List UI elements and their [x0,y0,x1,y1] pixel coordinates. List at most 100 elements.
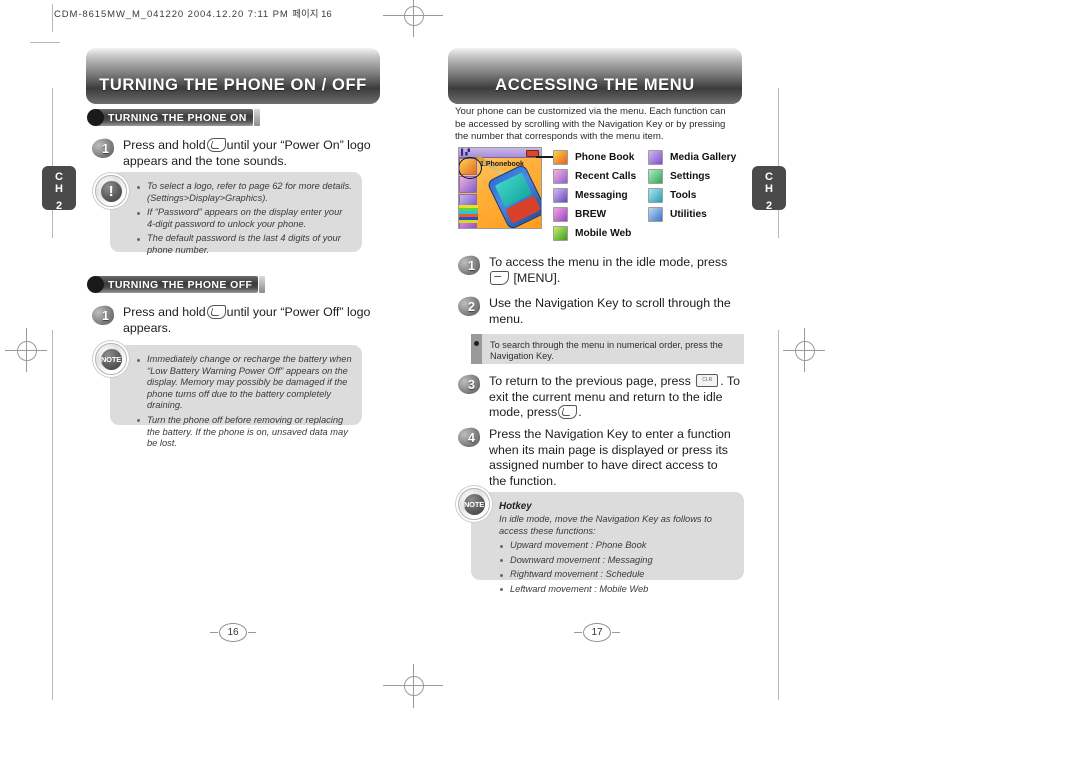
end-send-key-icon [206,305,226,319]
chapter-tab-left-number: 2 [55,200,63,212]
left-step-2-text-before: Press and hold [123,305,206,319]
print-header-line: CDM-8615MW_M_041220 2004.12.20 7:11 PM 페… [54,6,332,20]
menu-item-media-gallery[interactable]: Media Gallery [648,148,736,167]
menu-item-recent-calls[interactable]: Recent Calls [553,167,636,186]
media-gallery-icon [648,150,663,165]
trim-line-left-edge [52,88,53,238]
left-note-1-list: To select a logo, refer to page 62 for m… [136,181,352,257]
registration-mark-bottom-center [383,662,443,708]
right-step-1-text-before: To access the menu in the idle mode, pre… [489,255,728,269]
end-send-key-icon [206,138,226,152]
section-heading-cap [253,109,260,126]
list-item: To select a logo, refer to page 62 for m… [136,181,352,204]
note-icon: NOTE [95,343,127,375]
step-number-badge: 2 [456,295,482,318]
right-step-3-text-before: To return to the previous page, press [489,374,691,388]
registration-mark-left-middle [5,328,47,372]
recent-calls-icon [553,169,568,184]
step-number-badge: 3 [456,373,482,396]
right-page-banner-title: ACCESSING THE MENU [448,48,742,104]
list-item: Upward movement : Phone Book [499,540,734,552]
section-heading-turning-on-label: TURNING THE PHONE ON [96,109,253,126]
page-number-right-label: 17 [591,627,603,638]
mobile-web-icon [553,226,568,241]
page-number-left-label: 16 [227,627,239,638]
menu-item-label: Mobile Web [575,228,632,239]
chapter-tab-right-c: C [765,171,773,183]
menu-item-settings[interactable]: Settings [648,167,736,186]
left-step-2-text: Press and hold until your “Power Off” log… [123,305,377,336]
trim-line-left-horizontal [30,42,60,43]
trim-line-right-edge-lower [778,330,779,680]
exclamation-note-icon: ! [95,175,127,207]
menu-item-brew[interactable]: BREW [553,205,636,224]
page-number-right: 17 [574,623,620,642]
section-heading-cap [259,276,266,293]
right-step-2: 2 Use the Navigation Key to scroll throu… [456,295,748,327]
section-heading-turning-off: TURNING THE PHONE OFF [87,276,266,293]
step-number-badge: 1 [456,254,482,277]
menu-item-label: Messaging [575,190,628,201]
tip-bullet-icon [471,334,482,364]
menu-item-label: Tools [670,190,697,201]
step-number-badge: 4 [456,426,482,449]
step-number-badge: 1 [90,304,116,327]
step-number-label: 2 [468,300,475,314]
menu-item-tools[interactable]: Tools [648,186,736,205]
left-note-box-1: To select a logo, refer to page 62 for m… [110,172,362,255]
registration-mark-right-middle [783,328,825,372]
messaging-icon [553,188,568,203]
phone-screen-illustration: ▌▞ 1.Phonebook [458,147,542,229]
right-step-4-text: Press the Navigation Key to enter a func… [489,427,731,488]
menu-item-messaging[interactable]: Messaging [553,186,636,205]
hotkey-note-box: Hotkey In idle mode, move the Navigation… [471,492,744,594]
left-page-banner-title: TURNING THE PHONE ON / OFF [86,48,380,104]
trim-line-left-vertical [52,4,53,32]
list-item: The default password is the last 4 digit… [136,233,352,256]
step-number-label: 1 [102,142,109,156]
menu-item-label: Media Gallery [670,152,737,163]
menu-item-label: Phone Book [575,152,635,163]
tip-strip-numerical-order: To search through the menu in numerical … [471,334,744,364]
list-item: If “Password” appears on the display ent… [136,207,352,230]
right-step-1-text: To access the menu in the idle mode, pre… [489,255,748,286]
menu-item-utilities[interactable]: Utilities [648,205,736,224]
menu-item-label: Utilities [670,209,707,220]
selection-highlight-circle [459,157,482,179]
settings-icon [648,169,663,184]
list-item: Rightward movement : Schedule [499,569,734,581]
chapter-tab-right-number: 2 [765,200,773,212]
step-number-badge: 1 [90,137,116,160]
clear-key-icon: CLR [696,374,719,387]
left-step-1-text: Press and hold until your “Power On” logo… [123,138,377,169]
step-number-label: 1 [468,259,475,273]
right-step-1-text-after: [MENU]. [513,270,561,285]
step-number-label: 3 [468,378,475,392]
menu-item-mobile-web[interactable]: Mobile Web [553,224,636,243]
right-step-3-text-after: . [578,405,582,419]
print-header-korean: 페이지 16 [292,9,332,20]
chapter-tab-right-h: H [765,182,773,195]
list-item: Downward movement : Messaging [499,555,734,567]
right-step-1: 1 To access the menu in the idle mode, p… [456,254,748,286]
menu-item-phone-book[interactable]: Phone Book [553,148,636,167]
hotkey-note-list: Upward movement : Phone Book Downward mo… [499,540,734,595]
tip-strip-text: To search through the menu in numerical … [490,340,723,362]
step-number-label: 1 [102,309,109,323]
utilities-icon [648,207,663,222]
trim-line-right-edge [778,88,779,238]
list-item: Immediately change or recharge the batte… [136,354,352,412]
menu-column-left: Phone Book Recent Calls Messaging BREW M… [553,148,636,243]
chapter-tab-left-h: H [55,182,63,195]
trim-line-bottom-right [778,672,779,700]
bullet-dot-icon [87,109,104,126]
menu-column-right: Media Gallery Settings Tools Utilities [648,148,736,224]
menu-item-label: Recent Calls [575,171,637,182]
brew-icon [553,207,568,222]
left-note-2-list: Immediately change or recharge the batte… [136,354,352,450]
left-step-1-text-before: Press and hold [123,138,206,152]
phone-selected-menu-label: 1.Phonebook [480,161,524,168]
left-note-box-2: Immediately change or recharge the batte… [110,345,362,448]
right-step-3-text: To return to the previous page, press CL… [489,374,753,421]
chapter-tab-left-c: C [55,171,63,183]
